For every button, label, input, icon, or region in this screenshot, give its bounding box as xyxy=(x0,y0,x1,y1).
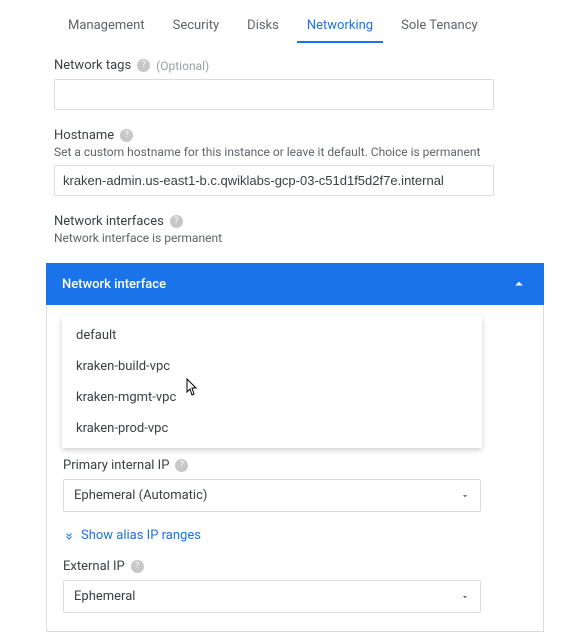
network-dropdown: default kraken-build-vpc kraken-mgmt-vpc… xyxy=(62,316,482,448)
network-interfaces-label-row: Network interfaces ? xyxy=(54,214,530,229)
show-alias-ip-link[interactable]: Show alias IP ranges xyxy=(63,528,527,543)
hostname-label-row: Hostname ? xyxy=(54,128,530,143)
network-tags-label: Network tags xyxy=(54,58,131,73)
optional-text: (Optional) xyxy=(156,59,209,73)
hostname-label: Hostname xyxy=(54,128,114,143)
tabs-bar: Management Security Disks Networking Sol… xyxy=(0,10,584,44)
panel-title: Network interface xyxy=(62,277,166,292)
help-icon[interactable]: ? xyxy=(137,59,150,72)
primary-internal-ip-label: Primary internal IP xyxy=(63,458,169,473)
network-option-default[interactable]: default xyxy=(62,320,482,351)
network-option-kraken-prod-vpc[interactable]: kraken-prod-vpc xyxy=(62,413,482,444)
hostname-input[interactable] xyxy=(54,165,494,196)
network-tags-label-row: Network tags ? (Optional) xyxy=(54,58,530,73)
external-ip-select[interactable]: Ephemeral xyxy=(63,580,481,613)
help-icon[interactable]: ? xyxy=(120,129,133,142)
help-icon[interactable]: ? xyxy=(170,215,183,228)
network-interfaces-label: Network interfaces xyxy=(54,214,164,229)
network-interfaces-hint: Network interface is permanent xyxy=(54,231,530,245)
panel-header[interactable]: Network interface xyxy=(46,263,544,305)
caret-down-icon xyxy=(460,491,470,501)
tab-sole-tenancy[interactable]: Sole Tenancy xyxy=(387,10,492,43)
network-tags-input[interactable] xyxy=(54,79,494,110)
tab-networking[interactable]: Networking xyxy=(293,10,387,43)
network-option-kraken-mgmt-vpc[interactable]: kraken-mgmt-vpc xyxy=(62,382,482,413)
hostname-hint: Set a custom hostname for this instance … xyxy=(54,145,530,159)
help-icon[interactable]: ? xyxy=(175,459,188,472)
tab-management[interactable]: Management xyxy=(54,10,159,43)
tab-security[interactable]: Security xyxy=(159,10,234,43)
chevrons-down-icon xyxy=(63,530,75,542)
network-option-kraken-build-vpc[interactable]: kraken-build-vpc xyxy=(62,351,482,382)
caret-down-icon xyxy=(460,592,470,602)
external-ip-value: Ephemeral xyxy=(74,589,135,604)
tab-disks[interactable]: Disks xyxy=(233,10,293,43)
primary-internal-ip-label-row: Primary internal IP ? xyxy=(63,458,527,473)
primary-internal-ip-value: Ephemeral (Automatic) xyxy=(74,488,207,503)
chevron-up-icon xyxy=(510,275,528,293)
show-alias-ip-text: Show alias IP ranges xyxy=(81,528,201,543)
primary-internal-ip-select[interactable]: Ephemeral (Automatic) xyxy=(63,479,481,512)
